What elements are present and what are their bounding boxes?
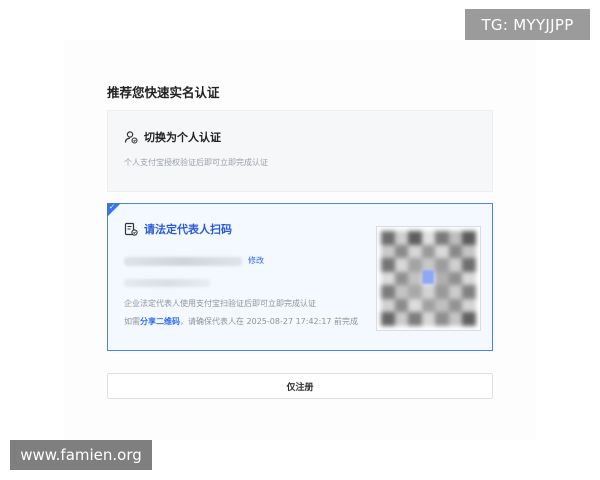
- masked-representative-info: [124, 279, 210, 287]
- watermark-bottom: www.famien.org: [10, 440, 152, 470]
- personal-card-title: 切换为个人认证: [144, 131, 221, 144]
- masked-company-name: [124, 257, 242, 266]
- share-qr-link[interactable]: 分享二维码: [140, 317, 180, 326]
- watermark-top: TG: MYYJJPP: [465, 9, 590, 40]
- qr-code-image: [376, 226, 481, 331]
- register-only-button[interactable]: 仅注册: [107, 373, 493, 399]
- legal-card-header: 请法定代表人扫码: [124, 221, 232, 237]
- share-qr-line: 如需分享二维码，请确保代表人在 2025-08-27 17:42:17 前完成: [124, 316, 358, 327]
- page-title: 推荐您快速实名认证: [107, 85, 220, 100]
- id-card-scan-icon: [124, 222, 138, 236]
- legal-card-title: 请法定代表人扫码: [144, 223, 232, 236]
- personal-verification-card[interactable]: 切换为个人认证 个人支付宝授权验证后即可立即完成认证: [107, 110, 493, 192]
- check-icon: ✓: [109, 203, 115, 211]
- qr-center-logo: [422, 270, 434, 284]
- personal-card-description: 个人支付宝授权验证后即可立即完成认证: [124, 158, 268, 167]
- user-switch-icon: [124, 131, 138, 144]
- personal-card-header: 切换为个人认证: [124, 129, 221, 145]
- legal-representative-card[interactable]: ✓ 请法定代表人扫码 修改 企业法定代表人使用支付宝扫验证后即可立即完成认证 如…: [107, 203, 493, 351]
- legal-card-description: 企业法定代表人使用支付宝扫验证后即可立即完成认证: [124, 299, 316, 308]
- share-deadline-text: ，请确保代表人在 2025-08-27 17:42:17 前完成: [180, 317, 359, 326]
- edit-link[interactable]: 修改: [248, 255, 264, 266]
- share-prefix: 如需: [124, 317, 140, 326]
